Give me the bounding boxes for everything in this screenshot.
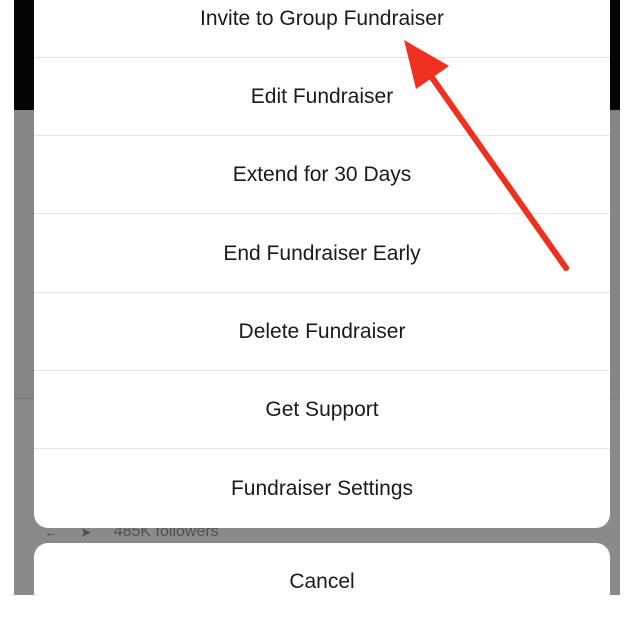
action-sheet: Invite to Group Fundraiser Edit Fundrais… [34,0,610,528]
end-fundraiser-early-option[interactable]: End Fundraiser Early [34,215,610,293]
get-support-option[interactable]: Get Support [34,371,610,449]
delete-fundraiser-option[interactable]: Delete Fundraiser [34,293,610,371]
fundraiser-settings-option[interactable]: Fundraiser Settings [34,450,610,528]
cancel-button[interactable]: Cancel [34,543,610,621]
edit-fundraiser-option[interactable]: Edit Fundraiser [34,58,610,136]
cancel-sheet: Cancel [34,543,610,623]
invite-to-group-fundraiser-option[interactable]: Invite to Group Fundraiser [34,0,610,58]
extend-30-days-option[interactable]: Extend for 30 Days [34,136,610,214]
